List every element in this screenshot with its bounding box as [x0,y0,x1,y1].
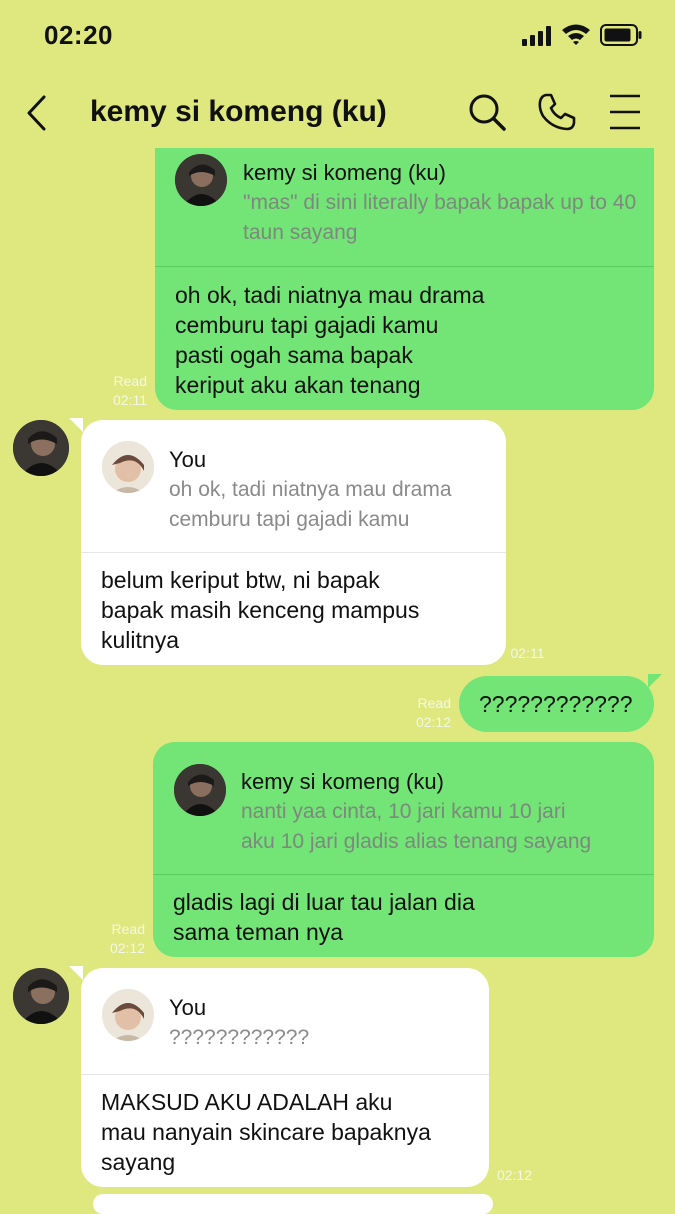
bubble-tail [69,966,83,980]
status-time: 02:20 [44,20,113,50]
phone-icon[interactable] [537,92,577,132]
contact-avatar[interactable] [13,968,69,1024]
avatar [174,764,226,816]
message-time: 02:12 [496,1167,533,1183]
message-text: oh ok, tadi niatnya mau drama cemburu ta… [175,282,485,398]
avatar [102,441,154,493]
signal-icon [522,26,554,46]
message-meta: Read 02:12 [403,694,451,732]
reply-sender-name: kemy si komeng (ku) [243,160,446,185]
reply-divider [155,266,654,267]
reply-divider [81,1074,489,1075]
message-meta: Read 02:11 [100,372,147,410]
message-text: MAKSUD AKU ADALAH aku mau nanyain skinca… [101,1089,431,1175]
chevron-left-icon[interactable] [24,94,48,132]
reply-sender-name: You [169,447,207,472]
message-time: 02:11 [113,392,147,408]
message-text: gladis lagi di luar tau jalan dia sama t… [173,889,475,945]
avatar [175,154,227,206]
reply-quoted-text: ???????????? [169,1026,310,1049]
message-bubble-incoming[interactable]: You ???????????? MAKSUD AKU ADALAH aku m… [69,966,489,1187]
message-bubble-outgoing[interactable]: kemy si komeng (ku) nanti yaa cinta, 10 … [153,742,654,957]
read-receipt: Read [113,373,147,389]
bubble-tail [648,674,662,688]
menu-icon[interactable] [606,92,646,132]
message-bubble-outgoing[interactable]: kemy si komeng (ku) "mas" di sini litera… [155,148,654,410]
message-time: 02:11 [510,645,545,661]
reply-quoted-text: oh ok, tadi niatnya mau drama cemburu ta… [169,478,452,531]
avatar [102,989,154,1041]
battery-icon [600,24,642,46]
reply-quoted-text: nanti yaa cinta, 10 jari kamu 10 jari ak… [241,800,592,853]
message-time: 02:12 [415,714,451,730]
contact-avatar[interactable] [13,420,69,476]
reply-divider [81,552,506,553]
message-bubble-incoming[interactable] [93,1194,493,1214]
chat-title: kemy si komeng (ku) [90,95,387,128]
reply-divider [153,874,654,875]
bubble-tail [69,418,83,432]
reply-sender-name: kemy si komeng (ku) [241,769,444,794]
message-bubble-incoming[interactable]: You oh ok, tadi niatnya mau drama cembur… [69,418,506,665]
message-text: belum keriput btw, ni bapak bapak masih … [101,567,420,653]
search-icon[interactable] [467,92,507,132]
message-time: 02:12 [109,940,145,956]
message-meta: Read 02:12 [97,920,145,958]
reply-sender-name: You [169,995,207,1020]
read-receipt: Read [417,695,451,711]
wifi-icon [562,24,590,45]
message-text: ???????????? [479,691,633,717]
read-receipt: Read [111,921,145,937]
message-bubble-outgoing[interactable]: ???????????? [459,674,662,732]
reply-quoted-text: "mas" di sini literally bapak bapak up t… [243,191,637,244]
